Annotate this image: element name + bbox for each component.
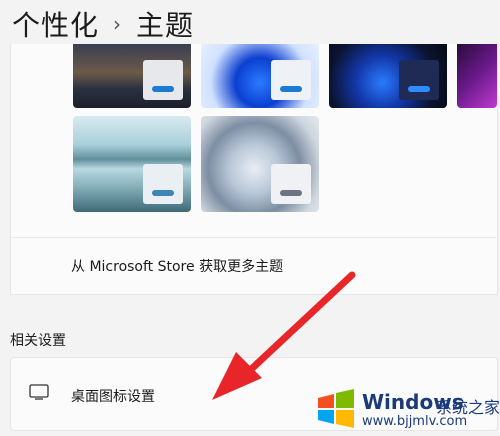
watermark: Windows 系统之家 www.bjjmlv.com — [310, 380, 500, 436]
red-arrow-annotation — [212, 271, 356, 400]
windows-logo-icon — [318, 389, 354, 428]
watermark-url: www.bjjmlv.com — [362, 414, 468, 429]
